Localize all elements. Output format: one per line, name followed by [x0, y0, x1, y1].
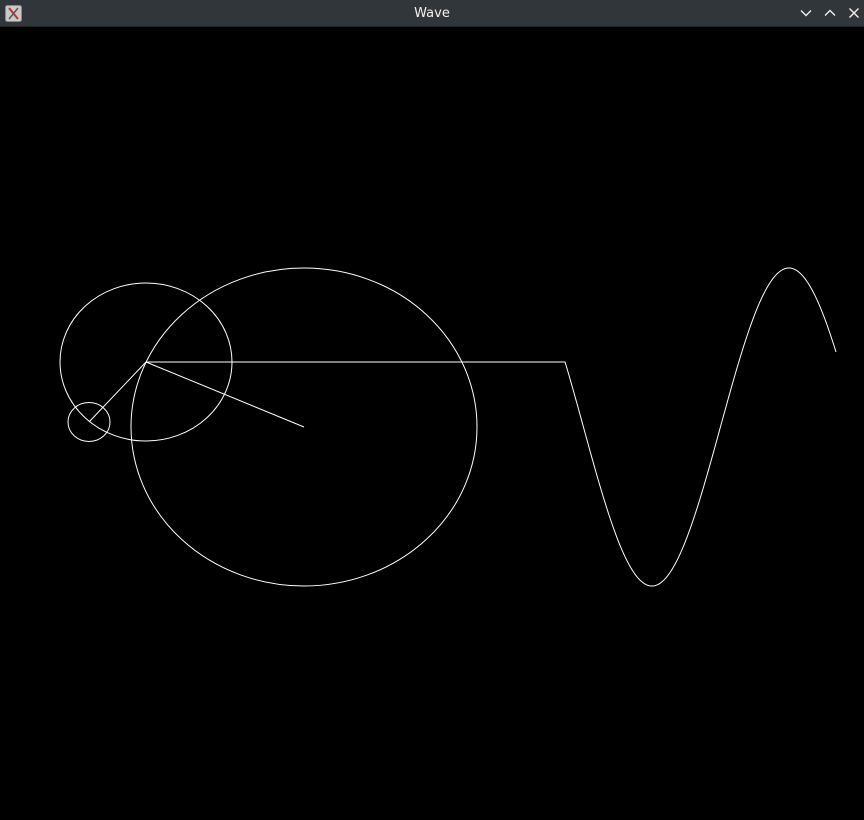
wave-curve — [564, 267, 837, 587]
drawing-canvas[interactable] — [0, 27, 864, 820]
app-icon[interactable] — [5, 5, 22, 22]
wave-drawing — [59, 267, 837, 587]
radius-line-large — [145, 361, 305, 428]
maximize-button[interactable] — [821, 4, 839, 22]
close-button[interactable] — [845, 4, 863, 22]
app-window: Wave — [0, 0, 864, 820]
radius-line-medium — [88, 361, 147, 423]
close-icon — [849, 8, 859, 18]
window-title: Wave — [414, 6, 450, 21]
chevron-up-icon — [824, 9, 836, 16]
titlebar[interactable]: Wave — [0, 0, 864, 27]
minimize-button[interactable] — [797, 4, 815, 22]
chevron-down-icon — [800, 10, 812, 17]
